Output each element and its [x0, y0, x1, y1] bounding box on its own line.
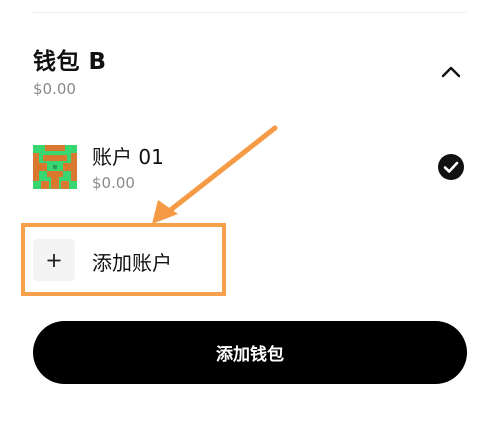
account-avatar: [33, 145, 77, 189]
add-wallet-button[interactable]: 添加钱包: [33, 321, 467, 384]
selected-check-icon: [437, 153, 465, 181]
plus-icon: [47, 254, 61, 267]
pixel-avatar-icon: [33, 145, 77, 189]
wallet-title: 钱包 B: [33, 49, 107, 75]
account-row[interactable]: 账户 01 $0.00: [33, 140, 467, 198]
chevron-up-icon: [441, 66, 461, 78]
plus-icon-box: [33, 239, 75, 281]
add-account-label: 添加账户: [92, 251, 172, 275]
wallet-balance: $0.00: [33, 80, 76, 98]
top-divider: [33, 12, 467, 13]
add-account-button[interactable]: 添加账户: [33, 238, 233, 284]
account-balance: $0.00: [92, 174, 135, 192]
account-name: 账户 01: [92, 145, 164, 169]
collapse-wallet-button[interactable]: [436, 58, 466, 86]
